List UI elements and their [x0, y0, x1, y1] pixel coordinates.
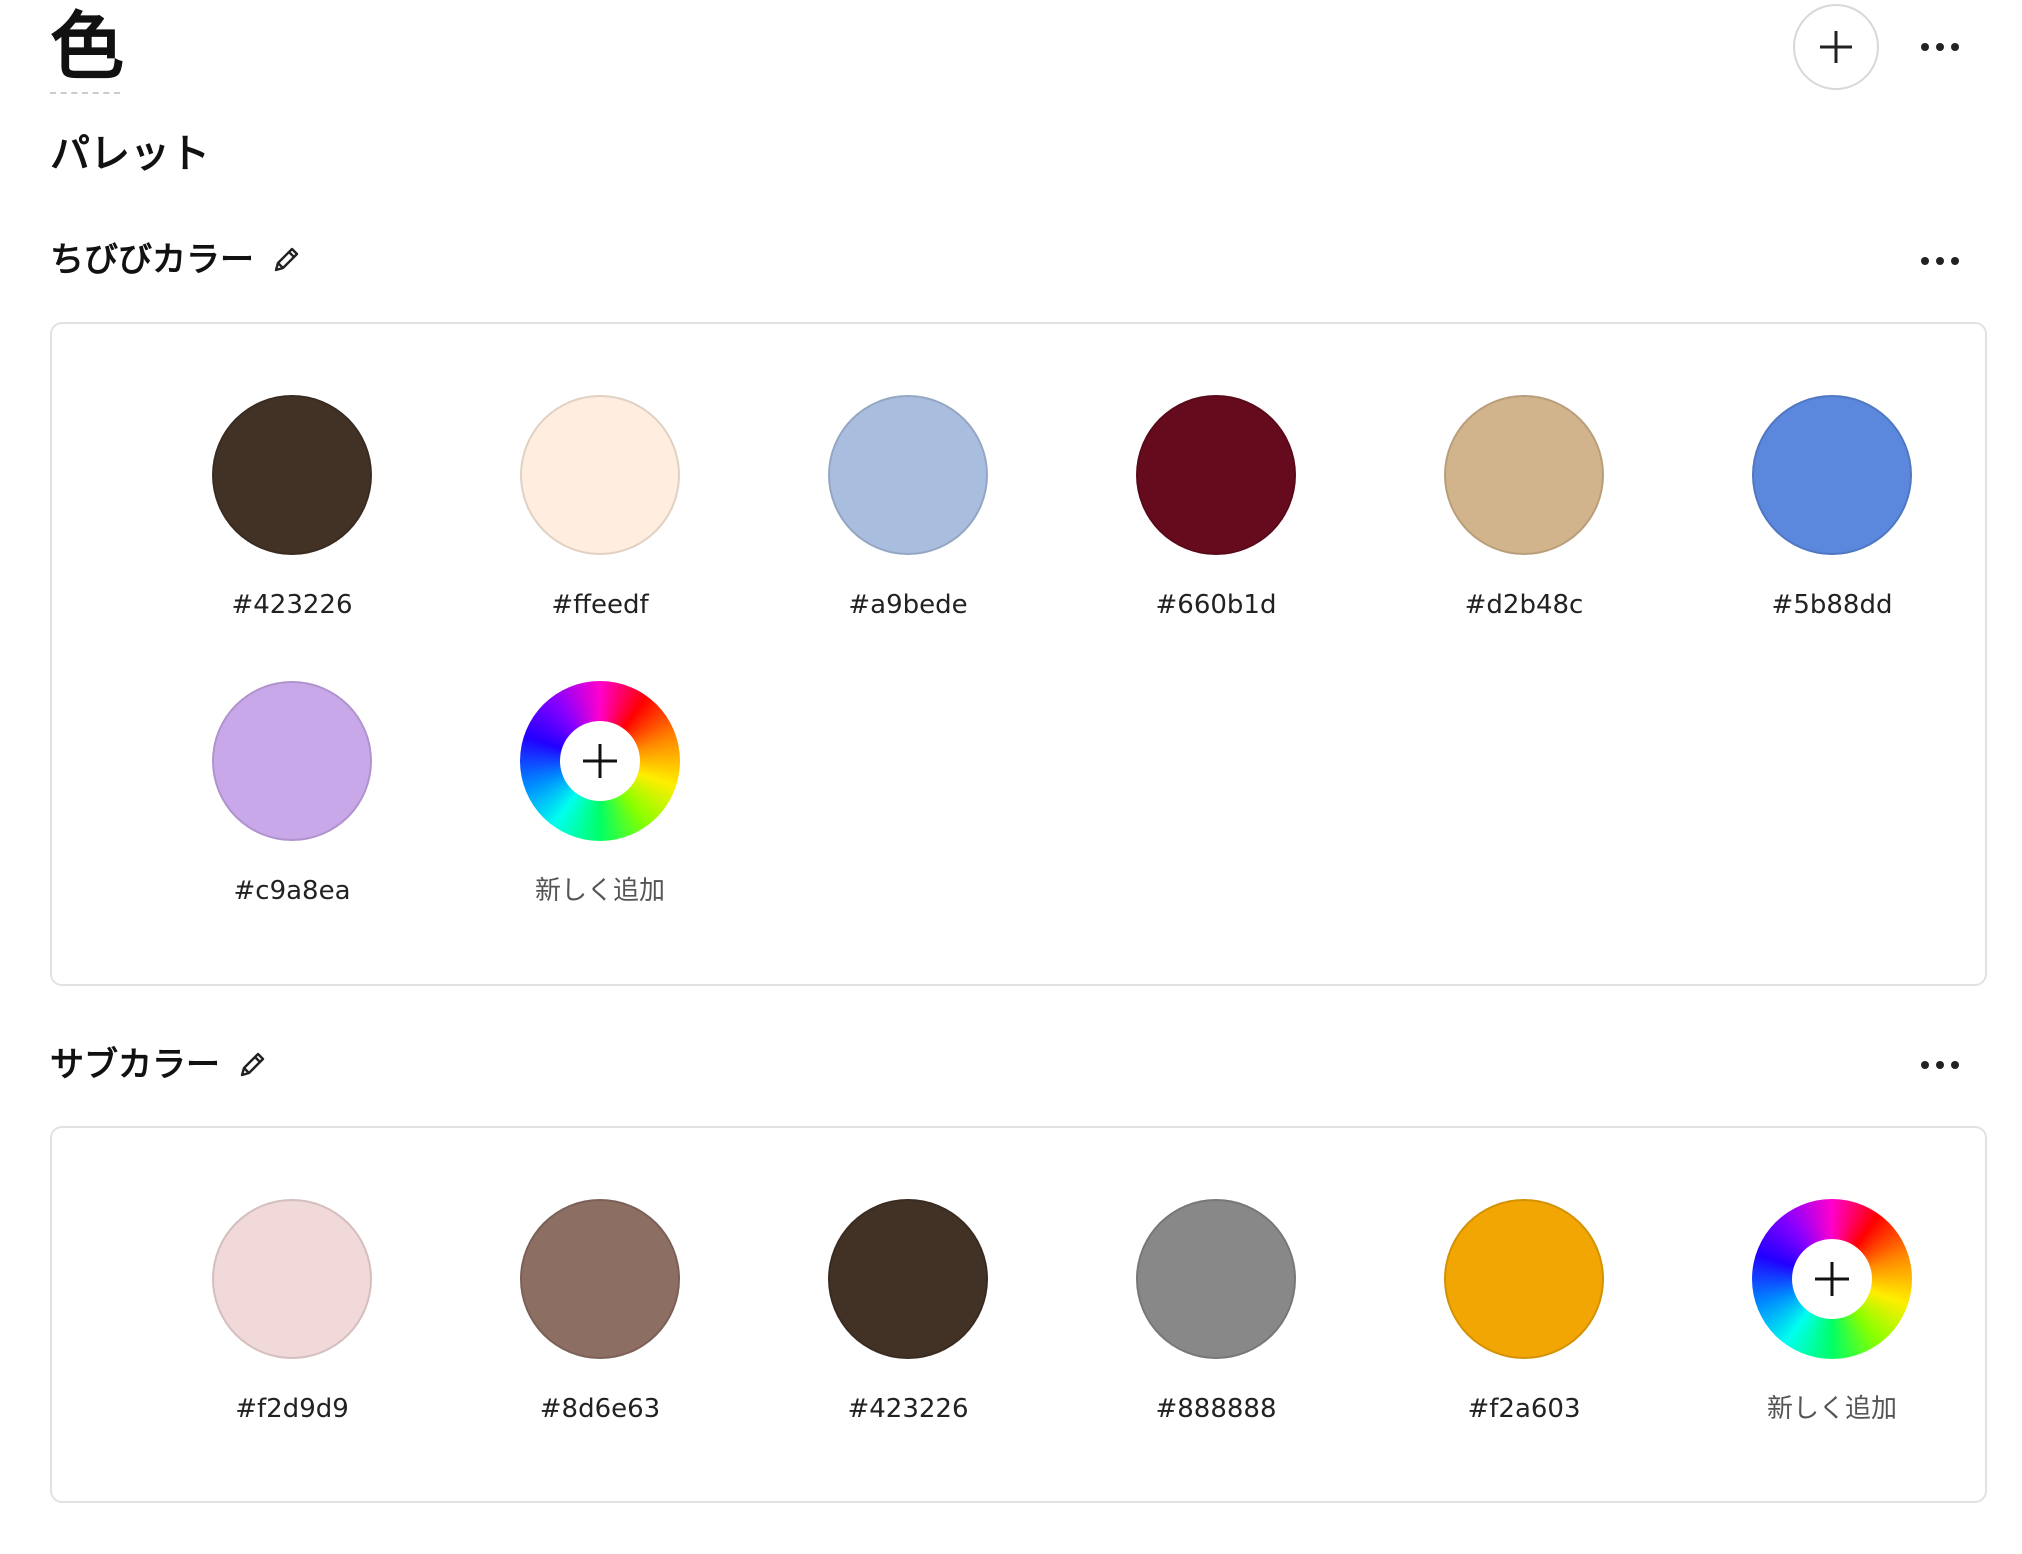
color-swatch[interactable] — [1136, 395, 1296, 555]
swatch-item[interactable]: #423226 — [172, 395, 412, 621]
more-dot — [1936, 43, 1944, 51]
color-swatch[interactable] — [1444, 395, 1604, 555]
section-title: パレット — [50, 131, 210, 177]
swatch-hex-label: #c9a8ea — [233, 876, 351, 906]
color-swatch[interactable] — [212, 681, 372, 841]
more-dot — [1951, 1061, 1959, 1069]
swatch-item[interactable]: #a9bede — [788, 395, 1028, 621]
plus-icon — [1820, 31, 1852, 63]
add-color-label: 新しく追加 — [534, 876, 665, 906]
swatch-hex-label: #8d6e63 — [539, 1394, 661, 1424]
swatch-hex-label: #888888 — [1155, 1394, 1277, 1424]
add-color-center — [1792, 1239, 1872, 1319]
swatch-item[interactable]: #f2a603 — [1404, 1199, 1644, 1425]
plus-icon — [583, 744, 617, 778]
swatch-hex-label: #660b1d — [1155, 590, 1277, 620]
color-swatch[interactable] — [828, 1199, 988, 1359]
pencil-icon[interactable] — [236, 1049, 268, 1081]
swatch-hex-label: #5b88dd — [1771, 590, 1893, 620]
palette-name[interactable]: サブカラー — [50, 1040, 220, 1090]
swatch-hex-label: #f2a603 — [1467, 1394, 1581, 1424]
more-horizontal-icon — [1921, 257, 1929, 265]
palette-header: ちびびカラー — [50, 235, 302, 285]
page-more-button[interactable] — [1910, 32, 1970, 62]
plus-icon — [1815, 1262, 1849, 1296]
swatch-item[interactable]: #8d6e63 — [480, 1199, 720, 1425]
color-swatch[interactable] — [1136, 1199, 1296, 1359]
color-swatch[interactable] — [828, 395, 988, 555]
add-color-item[interactable]: 新しく追加 — [480, 681, 720, 907]
more-dot — [1951, 43, 1959, 51]
swatch-item[interactable]: #660b1d — [1096, 395, 1336, 621]
color-swatch[interactable] — [212, 1199, 372, 1359]
more-dot — [1951, 257, 1959, 265]
more-dot — [1936, 257, 1944, 265]
color-swatch[interactable] — [212, 395, 372, 555]
swatch-hex-label: #f2d9d9 — [235, 1394, 349, 1424]
palette-panel: #423226 #ffeedf #a9bede #660b1d #d2b48c … — [50, 322, 1987, 986]
more-dot — [1936, 1061, 1944, 1069]
swatch-hex-label: #d2b48c — [1464, 590, 1584, 620]
pencil-icon[interactable] — [270, 244, 302, 276]
page-title: 色 — [50, 2, 124, 94]
palette-header: サブカラー — [50, 1040, 268, 1090]
color-swatch[interactable] — [1752, 395, 1912, 555]
swatch-item[interactable]: #ffeedf — [480, 395, 720, 621]
color-swatch[interactable] — [1444, 1199, 1604, 1359]
palette-name[interactable]: ちびびカラー — [50, 235, 254, 285]
palette-more-button[interactable] — [1910, 1050, 1970, 1080]
swatch-hex-label: #a9bede — [848, 590, 968, 620]
add-color-button[interactable] — [1752, 1199, 1912, 1359]
color-swatch[interactable] — [520, 395, 680, 555]
more-horizontal-icon — [1921, 43, 1929, 51]
add-color-center — [560, 721, 640, 801]
add-palette-button[interactable] — [1793, 4, 1879, 90]
swatch-item[interactable]: #888888 — [1096, 1199, 1336, 1425]
swatch-hex-label: #ffeedf — [551, 590, 649, 620]
palette-panel: #f2d9d9 #8d6e63 #423226 #888888 #f2a603 … — [50, 1126, 1987, 1503]
swatch-item[interactable]: #c9a8ea — [172, 681, 412, 907]
swatch-item[interactable]: #d2b48c — [1404, 395, 1644, 621]
more-horizontal-icon — [1921, 1061, 1929, 1069]
swatch-item[interactable]: #5b88dd — [1712, 395, 1952, 621]
color-swatch[interactable] — [520, 1199, 680, 1359]
palette-more-button[interactable] — [1910, 246, 1970, 276]
swatch-hex-label: #423226 — [231, 590, 353, 620]
add-color-button[interactable] — [520, 681, 680, 841]
add-color-item[interactable]: 新しく追加 — [1712, 1199, 1952, 1425]
swatch-item[interactable]: #423226 — [788, 1199, 1028, 1425]
swatch-item[interactable]: #f2d9d9 — [172, 1199, 412, 1425]
add-color-label: 新しく追加 — [1766, 1394, 1897, 1424]
swatch-hex-label: #423226 — [847, 1394, 969, 1424]
